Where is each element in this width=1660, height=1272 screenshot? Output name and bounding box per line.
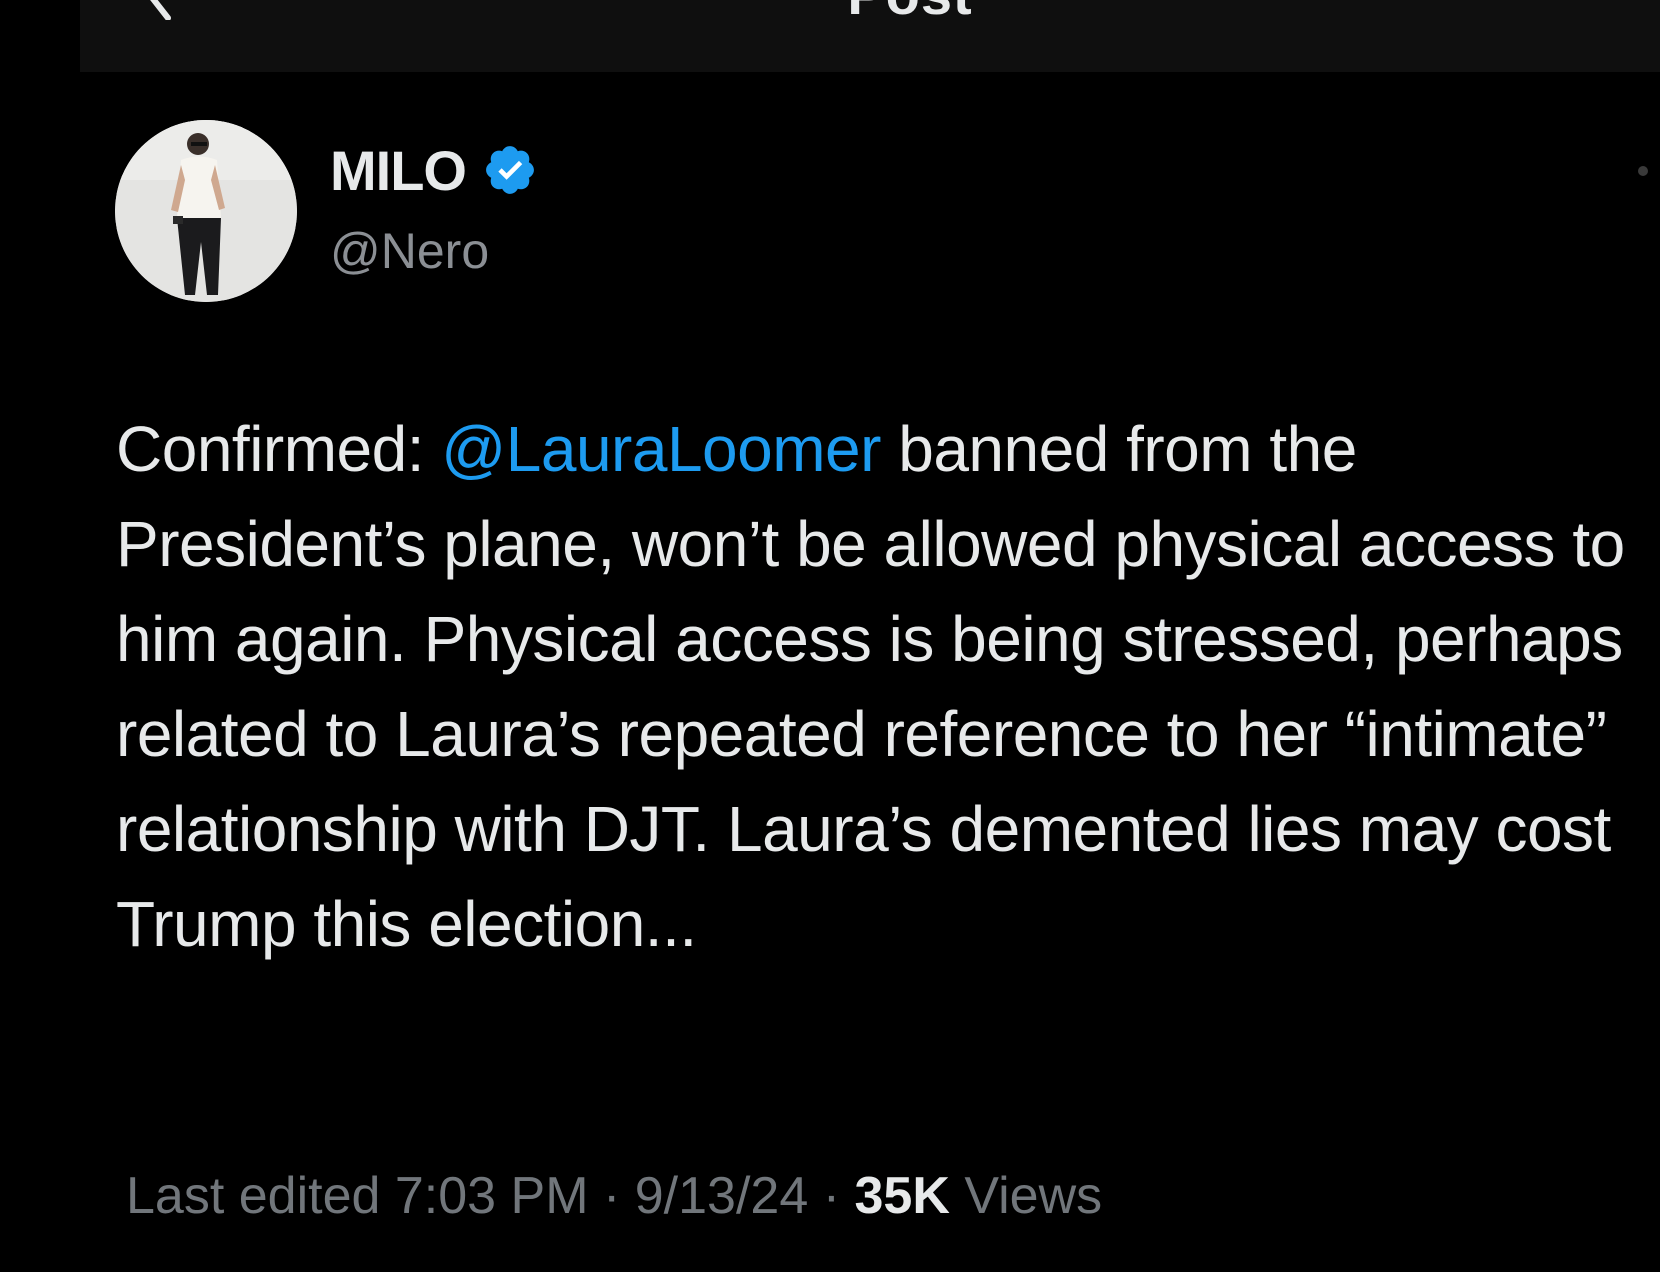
more-options-icon[interactable]: [1638, 166, 1648, 176]
tweet-date[interactable]: 9/13/24: [635, 1167, 809, 1225]
views-count[interactable]: 35K: [855, 1167, 950, 1225]
page-title: Post: [80, 0, 1660, 27]
views-label[interactable]: Views: [964, 1167, 1102, 1225]
tweet-metadata: Last edited 7:03 PM · 9/13/24 · 35K View…: [126, 1166, 1102, 1226]
separator: ·: [822, 1167, 841, 1225]
tweet-text: Confirmed: @LauraLoomer banned from the …: [116, 402, 1646, 972]
top-bar: Post: [80, 0, 1660, 72]
author-name-row[interactable]: MILO: [330, 138, 538, 203]
display-name[interactable]: MILO: [330, 138, 467, 203]
avatar-photo: [115, 120, 297, 302]
avatar[interactable]: [115, 120, 297, 302]
separator: ·: [602, 1167, 621, 1225]
back-button[interactable]: [130, 0, 190, 20]
author-handle[interactable]: @Nero: [330, 222, 489, 280]
verified-badge-icon: [486, 146, 534, 194]
post-page: Post MILO @Nero Confirmed: @LauraLoomer …: [0, 0, 1660, 1272]
mention-link[interactable]: @LauraLoomer: [441, 413, 881, 485]
tweet-text-part: banned from the President’s plane, won’t…: [116, 413, 1625, 960]
tweet-text-part: Confirmed:: [116, 413, 442, 485]
chevron-left-icon: [150, 0, 171, 20]
edited-label[interactable]: Last edited: [126, 1167, 380, 1225]
tweet-time[interactable]: 7:03 PM: [395, 1167, 589, 1225]
